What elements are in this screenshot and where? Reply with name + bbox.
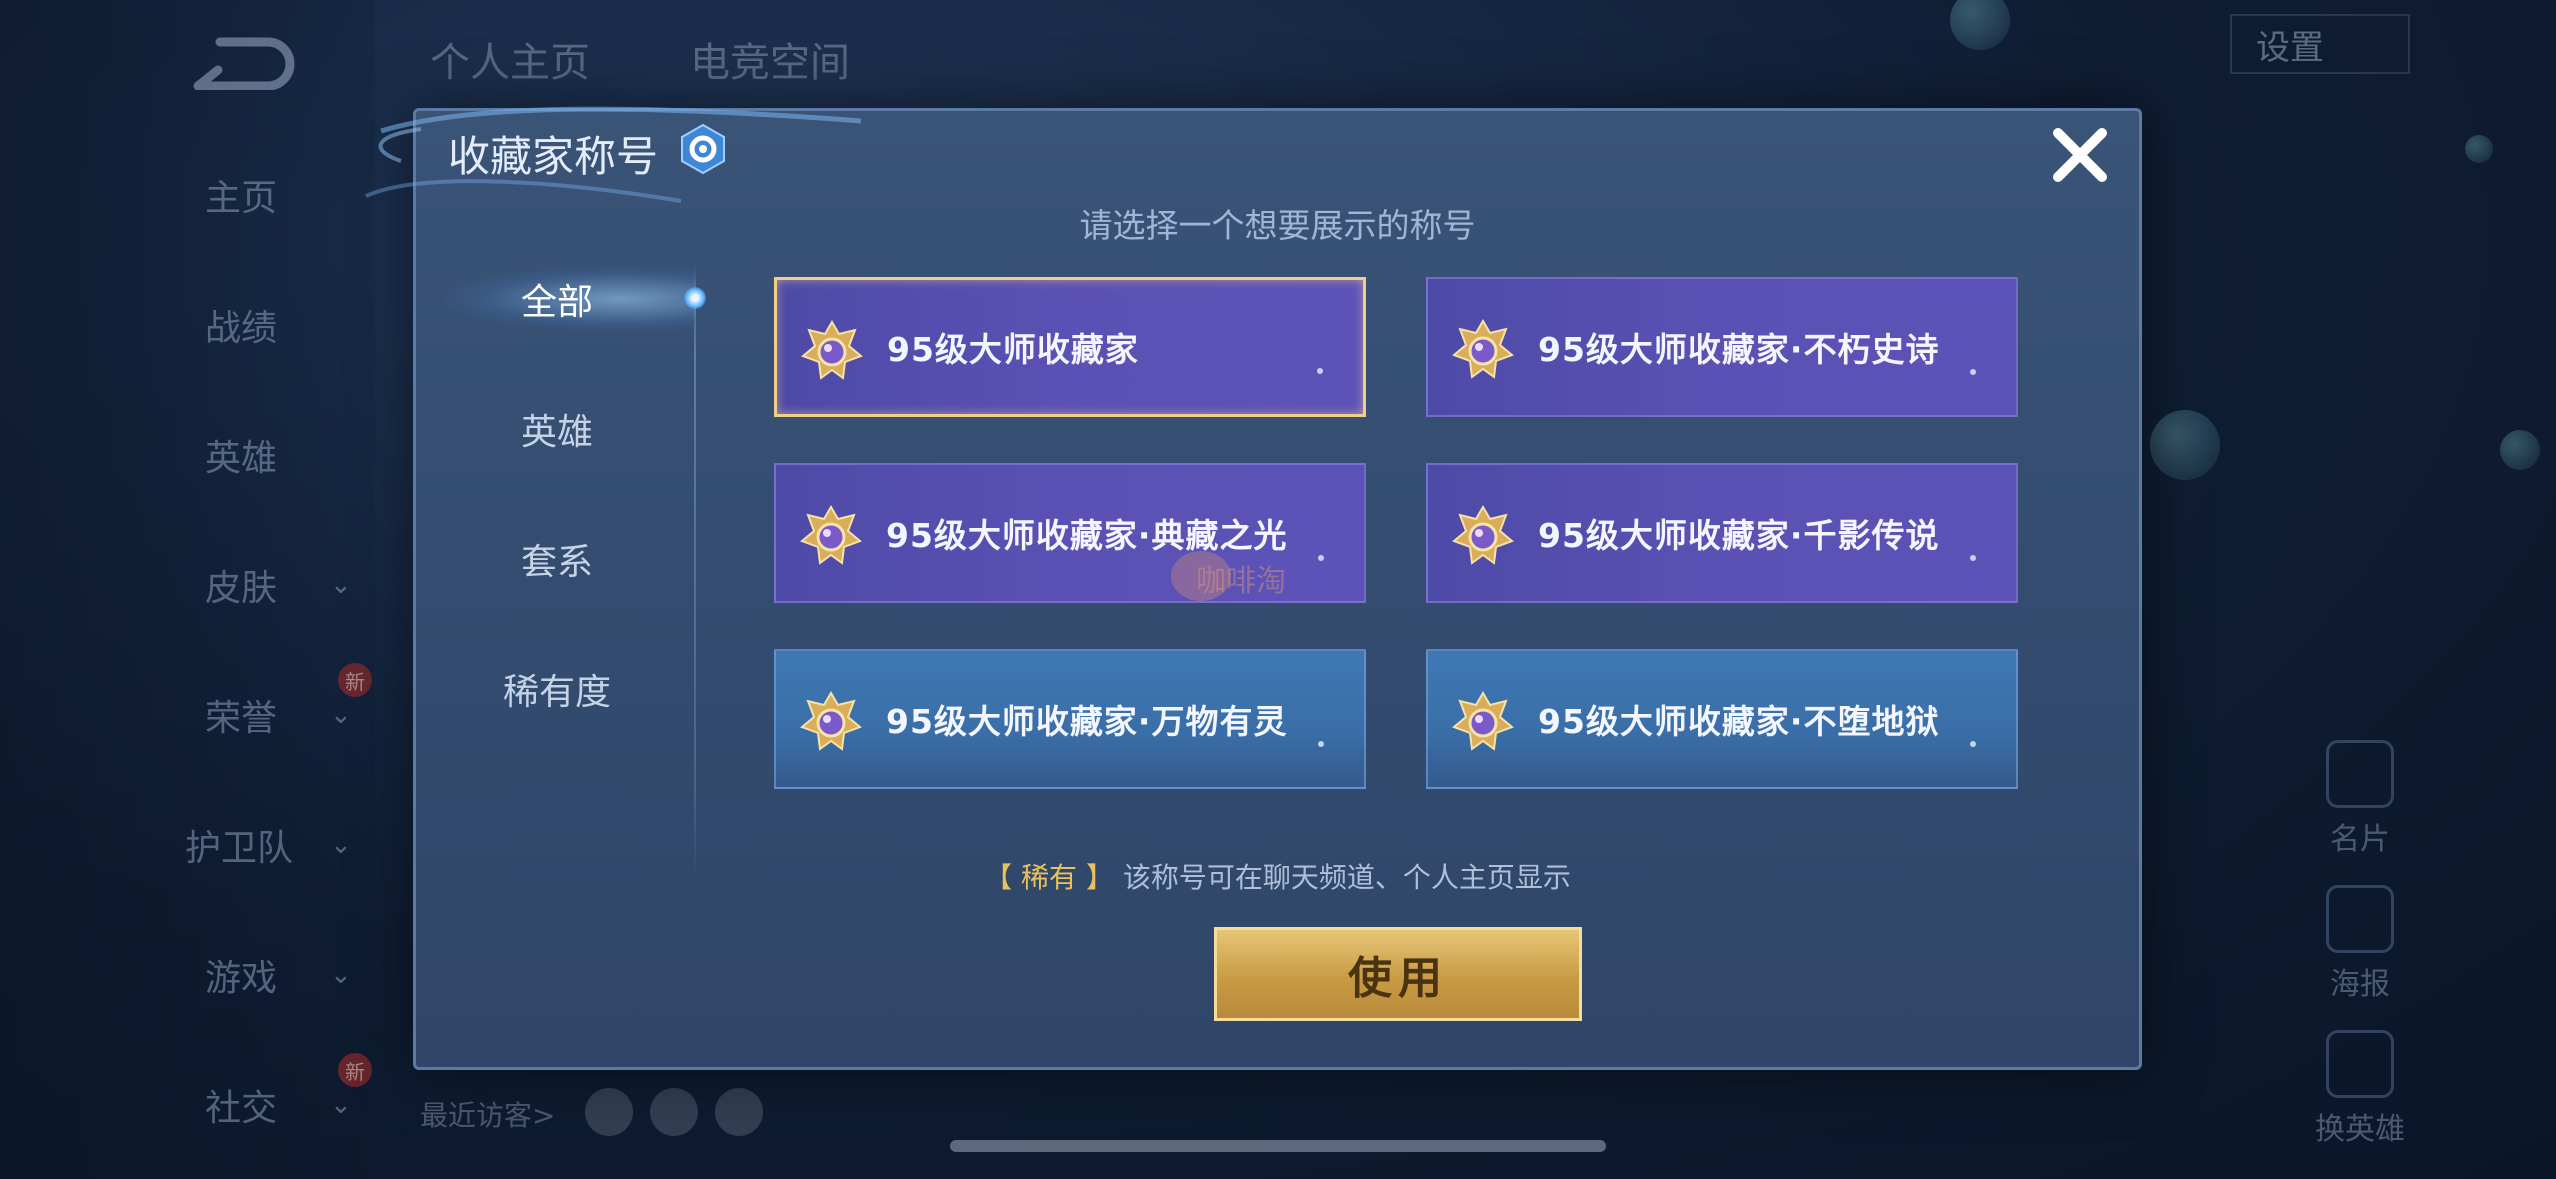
sidebar-item[interactable]: 主页 [150,165,340,225]
watermark-text: 咖啡淘 [1196,564,1286,599]
title-card-label: 95级大师收藏家 [887,330,1139,369]
category-tab[interactable]: 稀有度 [416,649,698,729]
chevron-down-icon: ⌄ [330,700,352,730]
title-card-label: 95级大师收藏家·万物有灵 [886,702,1288,741]
title-card[interactable]: 95级大师收藏家 [774,277,1366,417]
collector-medal-icon [798,689,864,755]
category-label: 套系 [520,542,593,583]
visitor-avatar[interactable] [650,1088,698,1136]
gear-icon[interactable] [678,123,728,175]
dialog-title: 收藏家称号 [448,132,659,181]
sidebar-item-label: 荣誉 [205,698,278,739]
name-card-label: 名片 [2330,822,2390,857]
poster-label: 海报 [2330,967,2390,1002]
collector-medal-icon [799,318,865,384]
title-card[interactable]: 95级大师收藏家·不朽史诗 [1426,277,2018,417]
settings-label: 设置 [2256,27,2324,68]
sidebar-item[interactable]: 荣誉 ⌄ 新 [150,663,372,745]
chevron-down-icon: ⌄ [330,570,352,600]
collector-title-dialog: 收藏家称号 请选择一个想要展示的称号 全部英雄套系稀有度 95级大师收藏家 95级… [365,106,2142,1070]
sidebar-item[interactable]: 护卫队 ⌄ [150,815,352,875]
sidebar-item-label: 战绩 [205,308,278,349]
tab-esports-space[interactable]: 电竞空间 [690,30,850,88]
sidebar-item[interactable]: 社交 ⌄ 新 [150,1053,372,1135]
sidebar-item[interactable]: 皮肤 ⌄ [150,555,352,615]
sparkle-decoration [1970,555,1976,561]
sparkle-decoration [1318,555,1324,561]
poster-icon [2326,885,2394,953]
category-label: 稀有度 [502,672,611,713]
collector-medal-icon [1450,317,1516,383]
name-card-button[interactable]: 名片 [2310,740,2410,858]
category-label: 英雄 [520,412,593,453]
category-label: 全部 [520,282,593,323]
decor-bubble [1950,0,2010,50]
sparkle-decoration [1318,741,1324,747]
title-card[interactable]: 95级大师收藏家·千影传说 [1426,463,2018,603]
chevron-down-icon: ⌄ [330,960,352,990]
visitor-avatar[interactable] [715,1088,763,1136]
home-indicator [950,1140,1606,1152]
chevron-down-icon: ⌄ [330,830,352,860]
change-hero-icon [2326,1030,2394,1098]
new-badge: 新 [338,663,372,697]
title-card-label: 95级大师收藏家·不朽史诗 [1538,330,1940,369]
chevron-down-icon: ⌄ [330,1090,352,1120]
sidebar-item[interactable]: 英雄 [150,425,340,485]
tab-personal-home[interactable]: 个人主页 [430,30,590,88]
visitor-avatar[interactable] [585,1088,633,1136]
category-list: 全部 英雄 套系 稀有度 [416,251,706,881]
title-card[interactable]: 95级大师收藏家·不堕地狱 [1426,649,2018,789]
name-card-icon [2326,740,2394,808]
sparkle-decoration [1970,369,1976,375]
sidebar-item[interactable]: 战绩 [150,295,340,355]
sidebar-item-label: 护卫队 [185,828,294,869]
category-tab[interactable]: 套系 [416,519,698,599]
title-card-label: 95级大师收藏家·千影传说 [1538,516,1940,555]
dialog-subtitle: 请选择一个想要展示的称号 [1079,206,1476,245]
collector-medal-icon [1450,503,1516,569]
rarity-description: 【 稀有 】 该称号可在聊天频道、个人主页显示 [416,856,2139,896]
active-indicator-dot [684,287,706,309]
use-button[interactable]: 使用 [1214,927,1582,1021]
back-arrow-icon[interactable] [190,30,300,90]
rarity-text: 该称号可在聊天频道、个人主页显示 [1122,861,1571,894]
collector-medal-icon [1450,689,1516,755]
collector-medal-icon [798,503,864,569]
title-card[interactable]: 95级大师收藏家·万物有灵 [774,649,1366,789]
sidebar-item-label: 皮肤 [205,568,278,609]
sparkle-decoration [1317,368,1323,374]
title-card-label: 95级大师收藏家·典藏之光 [886,516,1288,555]
recent-visitors-link[interactable]: 最近访客> [420,1094,555,1134]
rarity-tag: 【 稀有 】 [984,861,1114,894]
poster-button[interactable]: 海报 [2310,885,2410,1003]
sidebar-item[interactable]: 游戏 ⌄ [150,945,352,1005]
sidebar-item-label: 社交 [205,1088,278,1129]
sidebar-item-label: 主页 [205,178,278,219]
category-tab[interactable]: 全部 [416,259,706,339]
sidebar-item-label: 英雄 [205,438,278,479]
sidebar-item-label: 游戏 [205,958,278,999]
title-card-label: 95级大师收藏家·不堕地狱 [1538,702,1940,741]
decor-bubble [2500,430,2540,470]
change-hero-label: 换英雄 [2315,1112,2405,1147]
settings-button[interactable]: 设置 [2230,14,2410,74]
close-icon[interactable] [2048,123,2112,187]
sparkle-decoration [1970,741,1976,747]
new-badge: 新 [338,1053,372,1087]
decor-bubble [2465,135,2493,163]
category-tab[interactable]: 英雄 [416,389,698,469]
change-hero-button[interactable]: 换英雄 [2310,1030,2410,1148]
decor-bubble [2150,410,2220,480]
